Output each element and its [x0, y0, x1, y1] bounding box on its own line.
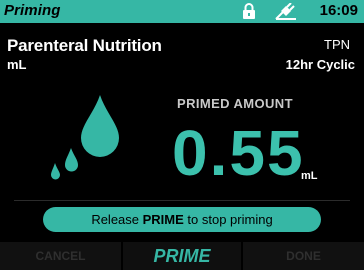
therapy-code: TPN	[324, 37, 350, 52]
dose-unit-label: mL	[7, 57, 27, 72]
lock-icon	[243, 3, 255, 19]
primed-amount-unit: mL	[301, 170, 318, 182]
prompt-prefix: Release	[91, 212, 143, 227]
primed-amount-label: PRIMED AMOUNT	[177, 96, 293, 111]
divider	[14, 200, 350, 201]
prime-release-prompt: Release PRIME to stop priming	[43, 207, 321, 232]
infusion-mode: 12hr Cyclic	[285, 57, 355, 72]
ac-power-plug-icon	[275, 3, 296, 20]
clock: 16:09	[319, 2, 358, 19]
prime-button[interactable]: PRIME	[123, 242, 241, 270]
cancel-button[interactable]: CANCEL	[0, 242, 121, 270]
prompt-suffix: to stop priming	[183, 212, 273, 227]
status-title: Priming	[4, 2, 61, 19]
status-bar: Priming 16:09	[0, 0, 364, 23]
prompt-key: PRIME	[142, 212, 184, 227]
fluid-drops-icon	[51, 95, 119, 180]
done-button[interactable]: DONE	[243, 242, 364, 270]
softkey-bar: CANCEL PRIME DONE	[0, 242, 364, 270]
therapy-name: Parenteral Nutrition	[7, 36, 162, 55]
primed-amount-value: 0.55	[172, 117, 305, 189]
